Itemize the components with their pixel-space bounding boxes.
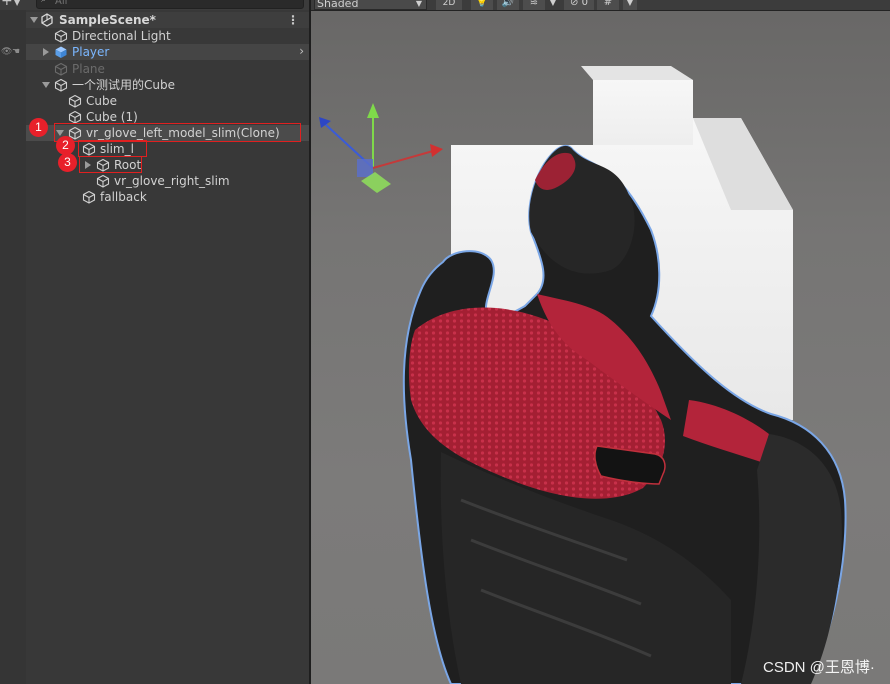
prefab-cube-icon — [55, 46, 67, 58]
hierarchy-gutter — [0, 10, 26, 684]
dropdown-arrow-icon: ▼ — [415, 0, 422, 8]
foldout-collapsed-icon[interactable] — [43, 48, 49, 56]
search-input[interactable] — [55, 0, 295, 8]
annotation-badge-3: 3 — [58, 153, 77, 172]
hierarchy-item-label: fallback — [100, 190, 147, 204]
hierarchy-item-test-cube[interactable]: 一个测试用的Cube — [26, 77, 309, 93]
toggle-2d-label: 2D — [442, 0, 456, 8]
create-button[interactable]: + ▼ — [0, 0, 24, 10]
annotation-box-3 — [79, 156, 142, 173]
cube-icon — [54, 62, 68, 76]
scene-toolbar: Shaded ▼ 2D 💡 🔊 ≋ ▼ ⊘ 0 # ▼ — [311, 0, 890, 11]
cube-icon — [96, 174, 110, 188]
dropdown-arrow-icon: ▼ — [14, 0, 21, 7]
search-icon: ⌕ — [41, 0, 47, 5]
light-bulb-icon[interactable]: 💡 — [471, 0, 493, 10]
eye-icon[interactable]: 👁 — [1, 47, 12, 57]
kebab-menu-icon[interactable]: ⋮ — [287, 13, 299, 27]
hierarchy-item-label: 一个测试用的Cube — [72, 78, 175, 92]
unity-scene-icon — [41, 13, 53, 27]
grid-icon[interactable]: # — [597, 0, 619, 10]
hierarchy-item-label: Cube — [86, 94, 117, 108]
hand-icon[interactable]: ☚ — [12, 47, 20, 57]
scene-name: SampleScene* — [59, 13, 156, 27]
annotation-badge-1: 1 — [29, 118, 48, 137]
layers-icon[interactable]: ≋ — [523, 0, 545, 10]
shading-mode-dropdown[interactable]: Shaded ▼ — [314, 0, 427, 10]
hierarchy-item-label: Cube (1) — [86, 110, 138, 124]
cube-icon — [54, 78, 68, 92]
scene-row[interactable]: SampleScene* ⋮ — [26, 12, 309, 28]
scene-view[interactable]: Shaded ▼ 2D 💡 🔊 ≋ ▼ ⊘ 0 # ▼ CSDN @王恩博· — [311, 0, 890, 684]
watermark: CSDN @王恩博· — [763, 659, 875, 676]
hierarchy-toolbar: + ▼ ⌕ — [0, 0, 309, 10]
hierarchy-search[interactable]: ⌕ — [36, 0, 304, 9]
hierarchy-item-directional-light[interactable]: Directional Light — [26, 28, 309, 44]
cube-icon — [54, 29, 68, 43]
cube-icon — [68, 94, 82, 108]
annotation-box-2 — [78, 140, 147, 157]
hierarchy-item-glove-right[interactable]: vr_glove_right_slim — [26, 173, 309, 189]
scene-viewport[interactable] — [311, 0, 890, 684]
hidden-objects-toggle[interactable]: ⊘ 0 — [564, 0, 594, 10]
cube-icon — [82, 190, 96, 204]
shading-mode-label: Shaded — [317, 0, 359, 10]
hierarchy-item-label: Player — [72, 45, 110, 59]
hierarchy-item-fallback[interactable]: fallback — [26, 189, 309, 205]
hierarchy-panel: + ▼ ⌕ 👁 ☚ SampleScene* ⋮ Directional Lig… — [0, 0, 309, 684]
dropdown-arrow-icon[interactable]: ▼ — [623, 0, 637, 10]
speaker-icon[interactable]: 🔊 — [497, 0, 519, 10]
dropdown-arrow-icon[interactable]: ▼ — [547, 0, 559, 10]
hierarchy-item-label: vr_glove_right_slim — [114, 174, 230, 188]
foldout-expanded-icon[interactable] — [30, 17, 38, 23]
hierarchy-item-player[interactable]: Player › — [26, 44, 309, 60]
eye-slash-icon: ⊘ — [570, 0, 579, 8]
foldout-expanded-icon[interactable] — [42, 82, 50, 88]
cube-icon — [68, 110, 82, 124]
toggle-2d-button[interactable]: 2D — [436, 0, 462, 10]
hierarchy-item-label: Plane — [72, 62, 105, 76]
hierarchy-item-label: Directional Light — [72, 29, 171, 43]
hierarchy-item-plane[interactable]: Plane — [26, 61, 309, 77]
plus-icon: + — [1, 0, 13, 9]
hierarchy-item-cube[interactable]: Cube — [26, 93, 309, 109]
transform-gizmo[interactable] — [319, 103, 443, 193]
hidden-count: 0 — [581, 0, 588, 8]
chevron-right-icon[interactable]: › — [299, 44, 304, 58]
